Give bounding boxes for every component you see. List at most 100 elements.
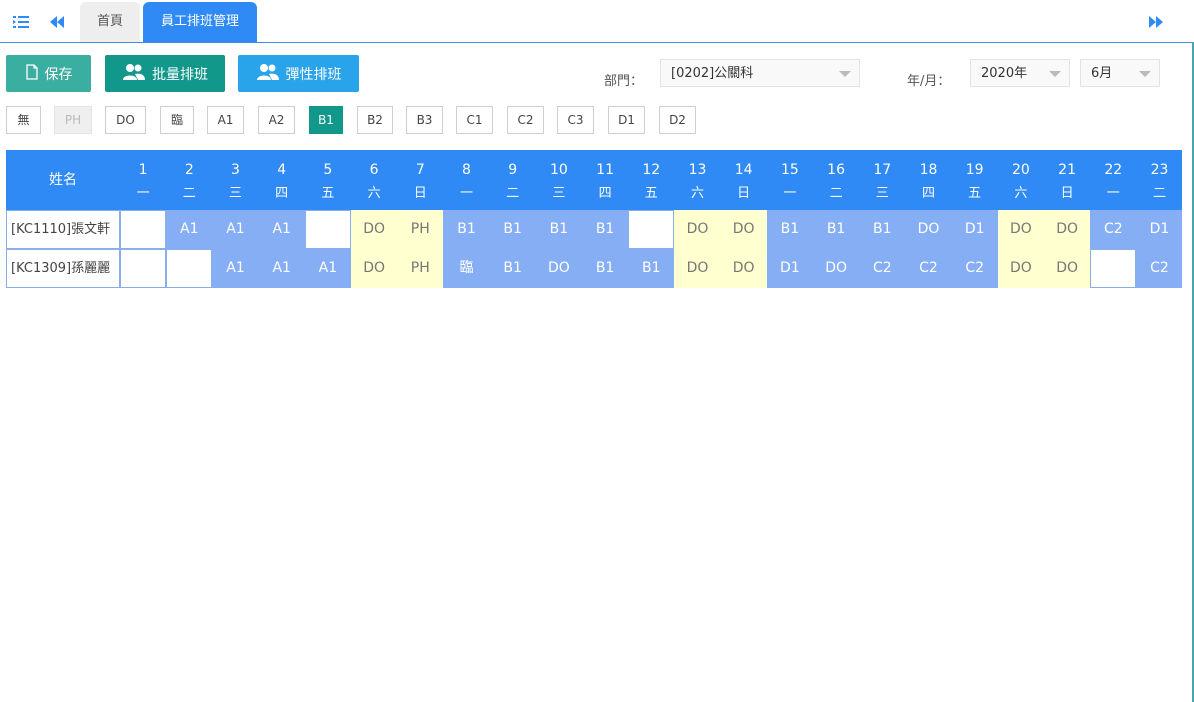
- shift-code-chip[interactable]: A2: [258, 106, 295, 134]
- schedule-cell[interactable]: A1: [166, 210, 213, 249]
- tab-staff-schedule[interactable]: 員工排班管理: [143, 2, 257, 42]
- weekday-label: 一: [459, 186, 473, 201]
- schedule-cell[interactable]: DO: [997, 249, 1044, 288]
- schedule-cell[interactable]: B1: [489, 249, 536, 288]
- day-number: 8: [462, 162, 471, 178]
- schedule-cell[interactable]: B1: [582, 249, 629, 288]
- day-column-header: 17 三: [859, 150, 905, 210]
- schedule-cell[interactable]: PH: [397, 210, 444, 249]
- schedule-cell[interactable]: D1: [951, 210, 998, 249]
- weekday-label: 三: [875, 186, 889, 201]
- weekday-label: 日: [413, 186, 427, 201]
- shift-code-chip[interactable]: D2: [659, 106, 696, 134]
- shift-code-chip[interactable]: C3: [557, 106, 594, 134]
- day-column-header: 9二: [490, 150, 536, 210]
- shift-code-chip[interactable]: B1: [309, 106, 343, 134]
- schedule-cell[interactable]: DO: [997, 210, 1044, 249]
- shift-code-chip[interactable]: A1: [207, 106, 244, 134]
- schedule-cell[interactable]: B1: [859, 210, 906, 249]
- schedule-cell[interactable]: DO: [720, 249, 767, 288]
- schedule-cell[interactable]: C2: [859, 249, 906, 288]
- schedule-cell[interactable]: DO: [720, 210, 767, 249]
- schedule-cell[interactable]: A1: [304, 249, 351, 288]
- schedule-cell[interactable]: A1: [258, 210, 305, 249]
- schedule-cell[interactable]: D1: [1136, 210, 1182, 249]
- schedule-cell[interactable]: DO: [674, 210, 721, 249]
- scroll-tabs-left-icon[interactable]: [48, 12, 68, 32]
- schedule-cell[interactable]: [1090, 249, 1137, 288]
- weekday-label: 六: [690, 186, 704, 201]
- day-column-header: 23 二: [1136, 150, 1182, 210]
- weekday-label: 日: [737, 186, 751, 201]
- flex-schedule-button[interactable]: 彈性排班: [238, 55, 359, 92]
- users-icon: [122, 63, 146, 85]
- tab-home[interactable]: 首頁: [80, 2, 140, 42]
- schedule-cell[interactable]: A1: [258, 249, 305, 288]
- weekday-label: 二: [1152, 186, 1166, 201]
- day-number: 15: [780, 162, 799, 178]
- month-select[interactable]: 6月: [1080, 59, 1160, 87]
- schedule-cell[interactable]: DO: [813, 249, 860, 288]
- schedule-cell[interactable]: C2: [1090, 210, 1137, 249]
- shift-code-chip[interactable]: 無: [6, 106, 41, 134]
- schedule-cell[interactable]: A1: [212, 210, 259, 249]
- table-row: [KC1309]孫麗麗 A1 A1 A1 DO PH 臨 B1 DO B1 B1 DO DO D1 DO C2…: [6, 249, 1182, 288]
- scroll-tabs-right-icon[interactable]: [1145, 12, 1165, 32]
- shift-code-chip[interactable]: D1: [608, 106, 645, 134]
- year-select[interactable]: 2020年: [970, 59, 1070, 87]
- day-number: 4: [277, 162, 287, 178]
- schedule-cell[interactable]: B1: [443, 210, 490, 249]
- schedule-cell[interactable]: B1: [582, 210, 629, 249]
- shift-code-chip[interactable]: B3: [406, 106, 443, 134]
- schedule-cell[interactable]: DO: [351, 210, 398, 249]
- day-column-header: 10 三: [536, 150, 582, 210]
- shift-code-chip[interactable]: C2: [507, 106, 544, 134]
- day-column-header: 5五: [305, 150, 351, 210]
- day-column-header: 15 一: [767, 150, 813, 210]
- shift-code-chip[interactable]: C1: [456, 106, 493, 134]
- day-number: 11: [596, 162, 614, 178]
- schedule-cell[interactable]: DO: [535, 249, 582, 288]
- schedule-cell[interactable]: B1: [489, 210, 536, 249]
- shift-code-chip[interactable]: 臨: [160, 106, 194, 134]
- department-select[interactable]: [0202]公關科: [660, 59, 860, 87]
- weekday-label: 一: [136, 186, 150, 201]
- schedule-cell[interactable]: DO: [674, 249, 721, 288]
- schedule-cell[interactable]: C2: [905, 249, 952, 288]
- day-column-header: 4四: [259, 150, 305, 210]
- month-value: 6月: [1091, 66, 1113, 81]
- schedule-cell[interactable]: C2: [951, 249, 998, 288]
- schedule-cell[interactable]: PH: [397, 249, 444, 288]
- menu-toggle-icon[interactable]: [12, 12, 32, 32]
- schedule-cell[interactable]: A1: [212, 249, 259, 288]
- shift-code-chip[interactable]: B2: [357, 106, 393, 134]
- schedule-cell[interactable]: B1: [813, 210, 860, 249]
- schedule-cell[interactable]: [166, 249, 213, 288]
- chevron-down-icon: [1049, 71, 1061, 77]
- chevron-down-icon: [839, 71, 851, 77]
- schedule-cell[interactable]: [304, 210, 351, 249]
- schedule-cell[interactable]: C2: [1136, 249, 1182, 288]
- schedule-cell[interactable]: DO: [1044, 210, 1091, 249]
- day-column-header: 1一: [120, 150, 166, 210]
- schedule-cell[interactable]: DO: [905, 210, 952, 249]
- schedule-cell[interactable]: DO: [351, 249, 398, 288]
- save-button[interactable]: 保存: [6, 55, 91, 92]
- employee-name: [KC1309]孫麗麗: [6, 249, 120, 288]
- schedule-cell[interactable]: DO: [1044, 249, 1091, 288]
- day-number: 17: [873, 162, 892, 178]
- day-column-header: 20 六: [998, 150, 1044, 210]
- schedule-cell[interactable]: [628, 210, 675, 249]
- schedule-header-row: 姓名 1 一 2 二 3 三 4 四 5 五 6 六 7 日 8 一 9 二 10 三 11 四 12 五 13 六 14 日 15 一 1…: [6, 150, 1182, 210]
- schedule-cell[interactable]: B1: [766, 210, 813, 249]
- schedule-cell[interactable]: [120, 210, 167, 249]
- schedule-cell[interactable]: B1: [535, 210, 582, 249]
- schedule-cell[interactable]: 臨: [443, 249, 490, 288]
- schedule-cell[interactable]: [120, 249, 167, 288]
- day-number: 14: [734, 162, 753, 178]
- schedule-cell[interactable]: D1: [766, 249, 813, 288]
- day-column-header: 6六: [351, 150, 397, 210]
- schedule-cell[interactable]: B1: [628, 249, 675, 288]
- shift-code-chip[interactable]: DO: [105, 106, 146, 134]
- batch-schedule-button[interactable]: 批量排班: [105, 55, 225, 92]
